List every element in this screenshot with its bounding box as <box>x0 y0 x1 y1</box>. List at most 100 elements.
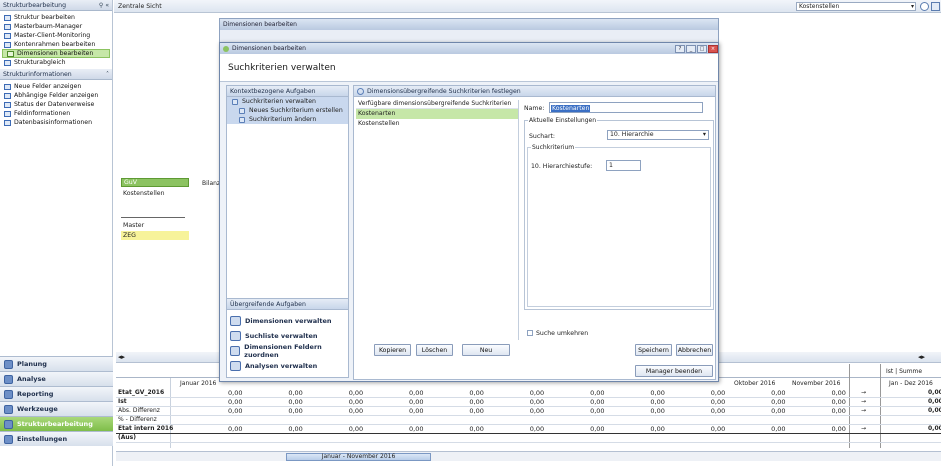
task-neues-suchkriterium[interactable]: Neues Suchkriterium erstellen <box>227 106 348 115</box>
cell[interactable]: 0,00 <box>590 425 604 433</box>
cell[interactable]: 0,00 <box>711 389 725 397</box>
cell[interactable]: 0,00 <box>590 407 604 415</box>
close-icon[interactable]: × <box>708 44 718 53</box>
nav-werkzeuge[interactable]: Werkzeuge <box>0 401 113 416</box>
sum-cell[interactable]: 0,00 <box>928 425 941 432</box>
tree-node-guv[interactable]: GuV <box>121 178 189 187</box>
cell[interactable]: 0,00 <box>469 398 483 406</box>
copy-button[interactable]: Kopieren <box>374 344 411 356</box>
cell[interactable]: 0,00 <box>228 407 242 415</box>
invert-checkbox[interactable] <box>527 330 533 336</box>
cell[interactable]: 0,00 <box>650 425 664 433</box>
cell[interactable]: 0,00 <box>771 425 785 433</box>
close-manager-button[interactable]: Manager beenden <box>635 365 713 377</box>
criteria-list-item[interactable]: Kostenarten <box>356 109 518 119</box>
nav-datenbasisinformationen[interactable]: Datenbasisinformationen <box>0 118 112 127</box>
maximize-icon[interactable]: □ <box>697 44 707 53</box>
cell[interactable]: 0,00 <box>771 407 785 415</box>
nav-reporting[interactable]: Reporting <box>0 386 113 401</box>
nav-strukturabgleich[interactable]: Strukturabgleich <box>0 58 112 67</box>
tree-node-kostenstellen[interactable]: Kostenstellen <box>121 189 189 198</box>
collapse-icon[interactable]: « <box>105 2 109 9</box>
cell[interactable]: 0,00 <box>831 398 845 406</box>
delete-button[interactable]: Löschen <box>416 344 453 356</box>
nav-dimensionen-bearbeiten[interactable]: Dimensionen bearbeiten <box>2 49 110 58</box>
cell[interactable]: 0,00 <box>349 398 363 406</box>
cancel-button[interactable]: Abbrechen <box>676 344 713 356</box>
cell[interactable]: 0,00 <box>590 389 604 397</box>
cell[interactable]: 0,00 <box>469 389 483 397</box>
cell[interactable]: 0,00 <box>228 425 242 433</box>
tree-node-zeg[interactable]: ZEG <box>121 231 189 240</box>
cell[interactable]: 0,00 <box>228 389 242 397</box>
cell[interactable]: 0,00 <box>288 425 302 433</box>
cell[interactable]: 0,00 <box>349 425 363 433</box>
task-suchkriterium-aendern[interactable]: Suchkriterium ändern <box>227 115 348 124</box>
cell[interactable]: 0,00 <box>771 389 785 397</box>
sum-cell[interactable]: 0,00 <box>928 389 941 396</box>
help-icon[interactable]: ? <box>675 44 685 53</box>
cell[interactable]: 0,00 <box>831 389 845 397</box>
task-dimensionen-zuordnen[interactable]: Dimensionen Feldern zuordnen <box>227 343 348 359</box>
name-input[interactable]: Kostenarten <box>549 102 703 113</box>
task-suchkriterien-verwalten[interactable]: Suchkriterien verwalten <box>227 97 348 106</box>
criteria-list-item[interactable]: Kostenstellen <box>356 119 518 129</box>
cell[interactable]: 0,00 <box>590 398 604 406</box>
task-suchliste-verwalten[interactable]: Suchliste verwalten <box>227 328 348 343</box>
cell[interactable]: 0,00 <box>469 425 483 433</box>
nav-analyse[interactable]: Analyse <box>0 371 113 386</box>
cell[interactable]: 0,00 <box>409 389 423 397</box>
nav-status-datenverweise[interactable]: Status der Datenverweise <box>0 100 112 109</box>
cell[interactable]: 0,00 <box>349 407 363 415</box>
level-input[interactable]: 1 <box>606 160 641 171</box>
nav-einstellungen[interactable]: Einstellungen <box>0 431 113 446</box>
cell[interactable]: 0,00 <box>288 389 302 397</box>
tree-node-bilanz[interactable]: Bilanz <box>202 180 220 187</box>
cell[interactable]: 0,00 <box>288 398 302 406</box>
cell[interactable]: 0,00 <box>831 425 845 433</box>
sum-cell[interactable]: 0,00 <box>928 398 941 405</box>
tree-node-master[interactable]: Master <box>121 221 189 230</box>
cell[interactable]: 0,00 <box>711 407 725 415</box>
cell[interactable]: 0,00 <box>409 407 423 415</box>
horizontal-scrollbar[interactable]: Januar - November 2016 <box>116 451 941 461</box>
nav-kontenrahmen[interactable]: Kontenrahmen bearbeiten <box>0 40 112 49</box>
save-button[interactable]: Speichern <box>635 344 672 356</box>
nav-abhaengige-felder[interactable]: Abhängige Felder anzeigen <box>0 91 112 100</box>
refresh-icon[interactable] <box>931 2 940 11</box>
view-combo[interactable]: Kostenstellen ▾ <box>796 2 916 11</box>
nav-planung[interactable]: Planung <box>0 356 113 371</box>
nav-master-client-monitoring[interactable]: Master-Client-Monitoring <box>0 31 112 40</box>
task-analysen-verwalten[interactable]: Analysen verwalten <box>227 358 348 373</box>
nav-strukturbearbeitung[interactable]: Strukturbearbeitung <box>0 416 113 431</box>
cell[interactable]: 0,00 <box>831 407 845 415</box>
suchart-select[interactable]: 10. Hierarchie ▾ <box>607 130 709 140</box>
nav-arrows-right-icon[interactable]: ◂▸ <box>918 353 925 361</box>
cell[interactable]: 0,00 <box>288 407 302 415</box>
cell[interactable]: 0,00 <box>530 425 544 433</box>
cell[interactable]: 0,00 <box>650 407 664 415</box>
minimize-icon[interactable]: _ <box>686 44 696 53</box>
cell[interactable]: 0,00 <box>530 389 544 397</box>
new-button[interactable]: Neu <box>462 344 510 356</box>
task-dimensionen-verwalten[interactable]: Dimensionen verwalten <box>227 313 348 328</box>
cell[interactable]: 0,00 <box>228 398 242 406</box>
nav-arrows-icon[interactable]: ◂▸ <box>118 353 125 361</box>
pin-icon[interactable]: ⚲ <box>99 2 103 9</box>
nav-neue-felder[interactable]: Neue Felder anzeigen <box>0 82 112 91</box>
nav-struktur-bearbeiten[interactable]: Struktur bearbeiten <box>0 13 112 22</box>
cell[interactable]: 0,00 <box>711 398 725 406</box>
cell[interactable]: 0,00 <box>409 425 423 433</box>
nav-masterbaum-manager[interactable]: Masterbaum-Manager <box>0 22 112 31</box>
chevron-up-icon[interactable]: ˄ <box>106 71 109 78</box>
cell[interactable]: 0,00 <box>650 389 664 397</box>
cell[interactable]: 0,00 <box>771 398 785 406</box>
cell[interactable]: 0,00 <box>349 389 363 397</box>
cell[interactable]: 0,00 <box>409 398 423 406</box>
cell[interactable]: 0,00 <box>530 407 544 415</box>
scroll-thumb[interactable]: Januar - November 2016 <box>286 453 431 461</box>
cell[interactable]: 0,00 <box>711 425 725 433</box>
cell[interactable]: 0,00 <box>469 407 483 415</box>
cell[interactable]: 0,00 <box>650 398 664 406</box>
nav-feldinformationen[interactable]: Feldinformationen <box>0 109 112 118</box>
